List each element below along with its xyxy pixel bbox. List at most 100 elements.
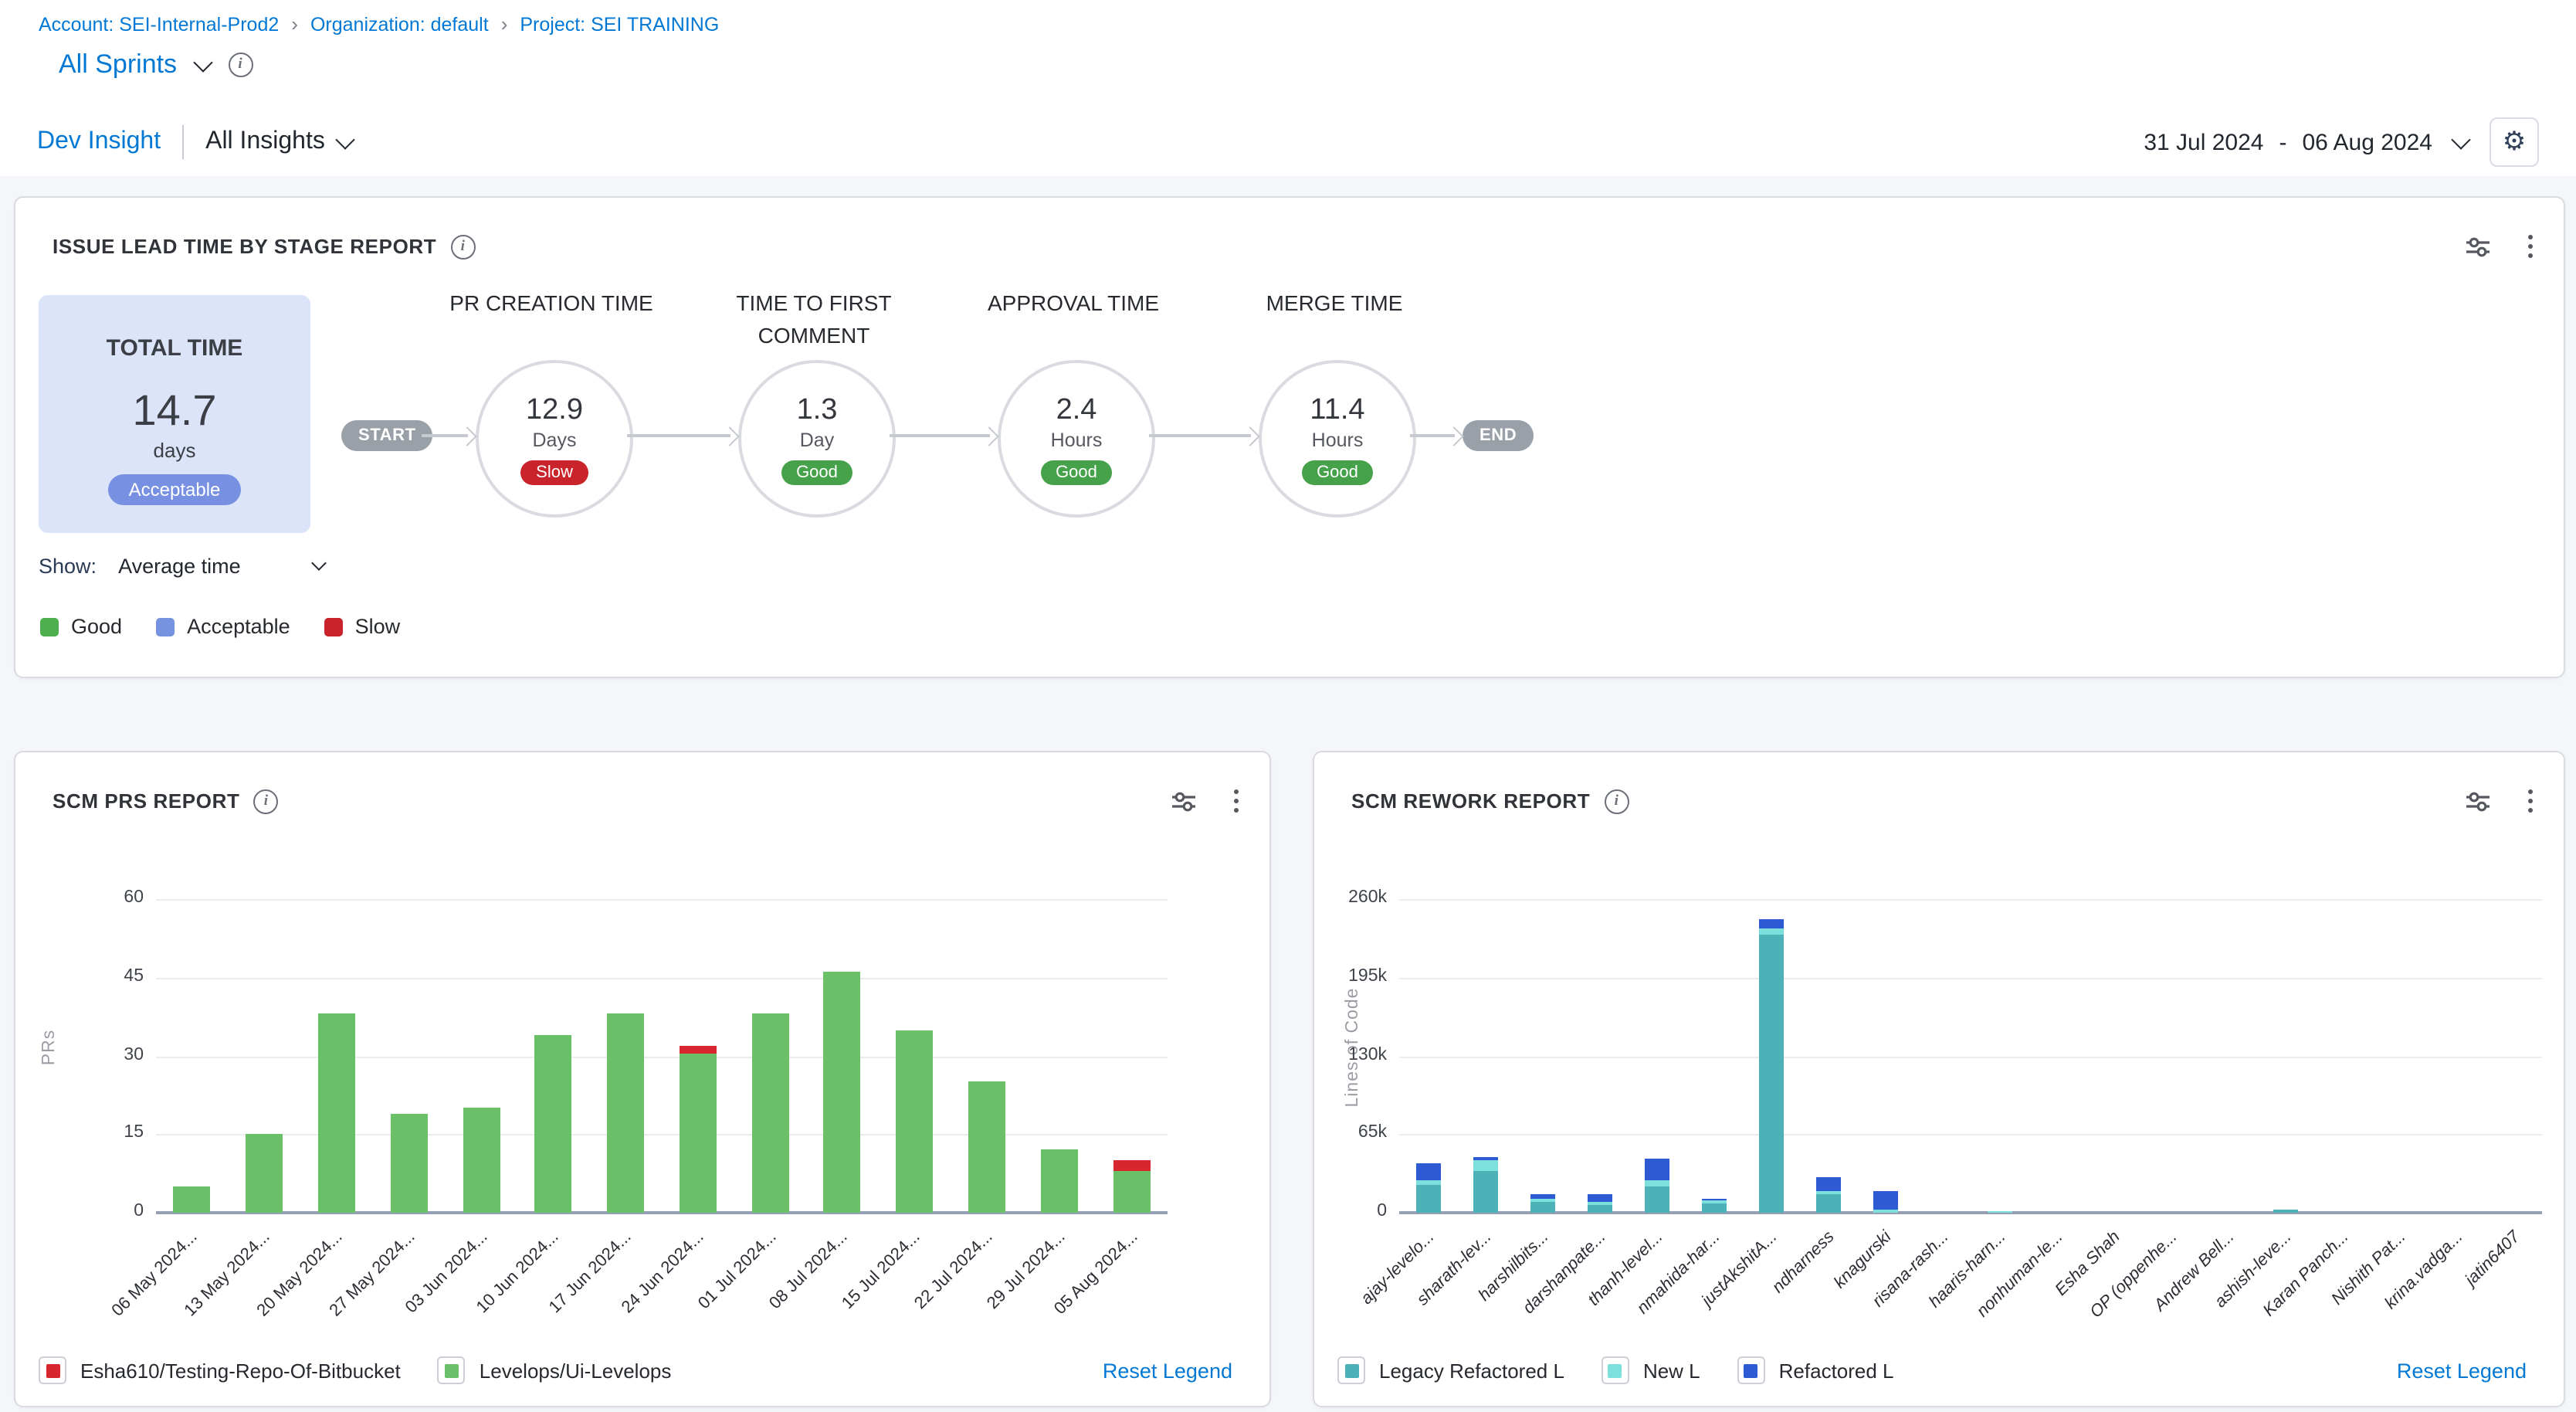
settings-button[interactable]: ⚙ [2490, 117, 2539, 167]
legend-checkbox [438, 1356, 466, 1384]
bar-segment [318, 1014, 355, 1213]
bar-segment [2273, 1210, 2297, 1213]
bar-segment [824, 972, 861, 1213]
chart-legend: Legacy Refactored L New L Refactored L Res… [1337, 1356, 2527, 1384]
reset-legend-link[interactable]: Reset Legend [2397, 1359, 2527, 1382]
stage-status-badge: Slow [520, 460, 588, 484]
legend-label: Esha610/Testing-Repo-Of-Bitbucket [80, 1359, 401, 1382]
chevron-down-icon [311, 555, 327, 571]
stage-circle: 12.9Days Slow [476, 360, 633, 518]
breadcrumb-project[interactable]: Project: SEI TRAINING [520, 13, 719, 35]
stage-circle: 2.4HoursGood [998, 360, 1155, 518]
stage-value: 1.3 [797, 393, 838, 427]
bar-segment [1758, 928, 1783, 935]
legend-swatch [40, 617, 59, 636]
show-label: Show: [39, 555, 97, 578]
chart-legend: Esha610/Testing-Repo-Of-Bitbucket Levelop… [39, 1356, 1232, 1384]
y-axis-tick-label: 0 [63, 1202, 144, 1220]
y-axis-tick-label: 260k [1307, 888, 1387, 907]
bar-segment [1587, 1204, 1612, 1213]
legend-item[interactable]: Acceptable [156, 615, 290, 638]
dev-insight-link[interactable]: Dev Insight [37, 128, 161, 156]
bar-segment [1473, 1159, 1497, 1172]
info-icon[interactable]: i [228, 53, 253, 77]
lead-time-flow: STARTENDPR CREATION TIME12.9DaysSlowTIME… [15, 198, 2564, 677]
bar-segment [1987, 1210, 2012, 1213]
bar-segment [1644, 1186, 1669, 1213]
y-axis-tick-label: 65k [1307, 1124, 1387, 1142]
legend-label: Slow [355, 615, 401, 638]
gear-icon: ⚙ [2503, 127, 2527, 158]
gridline [1399, 899, 2542, 901]
all-insights-label: All Insights [205, 128, 325, 156]
legend-label: New L [1643, 1359, 1700, 1382]
stage-unit: Hours [1051, 429, 1103, 450]
all-insights-dropdown[interactable]: All Insights [205, 128, 353, 156]
flow-arrow-icon [979, 426, 998, 445]
bar-segment [1701, 1199, 1726, 1201]
show-dropdown[interactable]: Show: Average time [39, 555, 324, 578]
bar-segment [1815, 1191, 1840, 1193]
legend-label: Good [71, 615, 122, 638]
legend-item[interactable]: Good [40, 615, 122, 638]
date-range-picker[interactable]: 31 Jul 2024 - 06 Aug 2024 [2144, 129, 2468, 155]
gridline [1399, 978, 2542, 979]
x-axis-line [1399, 1211, 2542, 1214]
bar-segment [1758, 935, 1783, 1213]
legend-swatch [46, 1363, 59, 1377]
stage-label: MERGE TIME [1164, 287, 1504, 320]
sprint-selector[interactable]: All Sprints i [59, 49, 253, 80]
gridline [156, 978, 1168, 979]
bar-segment [1530, 1203, 1554, 1213]
legend-swatch [1608, 1363, 1622, 1377]
x-axis-line [156, 1211, 1168, 1214]
legend-item[interactable]: Legacy Refactored L [1337, 1356, 1564, 1384]
legend-swatch [156, 617, 175, 636]
flow-arrow-line [1149, 435, 1251, 437]
bar-segment [1873, 1191, 1897, 1209]
bar-segment [1701, 1201, 1726, 1203]
rework-bar-chart: 065k130k195k260kajay-levelo...sharath-le… [1314, 752, 2564, 1406]
flow-arrow-line [627, 435, 730, 437]
prs-bar-chart: 01530456006 May 2024...13 May 2024...20 … [15, 752, 1269, 1406]
legend-item[interactable]: Esha610/Testing-Repo-Of-Bitbucket [39, 1356, 401, 1384]
y-axis-tick-label: 0 [1307, 1202, 1387, 1220]
bar-segment [1530, 1193, 1554, 1200]
legend-swatch [445, 1363, 459, 1377]
y-axis-tick-label: 15 [63, 1124, 144, 1142]
legend-item[interactable]: New L [1602, 1356, 1700, 1384]
bar-segment [463, 1108, 500, 1213]
reset-legend-link[interactable]: Reset Legend [1103, 1359, 1232, 1382]
bar-segment [607, 1014, 644, 1213]
stage-value: 11.4 [1310, 393, 1364, 427]
legend-label: Legacy Refactored L [1379, 1359, 1564, 1382]
start-pill: START [341, 420, 433, 451]
sprint-selector-label: All Sprints [59, 49, 177, 80]
bar-segment [680, 1054, 717, 1213]
y-axis-tick-label: 195k [1307, 967, 1387, 986]
stage-unit: Hours [1312, 429, 1364, 450]
y-axis-tick-label: 45 [63, 967, 144, 986]
legend-item[interactable]: Refactored L [1737, 1356, 1894, 1384]
legend-checkbox [39, 1356, 66, 1384]
stage-status-badge: Good [781, 460, 853, 484]
lead-time-legend: Good Acceptable Slow [40, 615, 400, 638]
stage-value: 12.9 [526, 393, 583, 427]
stage-unit: Days [533, 429, 577, 450]
breadcrumb-account[interactable]: Account: SEI-Internal-Prod2 [39, 13, 279, 35]
header-actions: 31 Jul 2024 - 06 Aug 2024 ⚙ [2144, 108, 2539, 176]
gridline [1399, 1135, 2542, 1136]
bar-segment [1644, 1180, 1669, 1186]
stage-unit: Day [800, 429, 834, 450]
legend-item[interactable]: Slow [324, 615, 401, 638]
bar-segment [1113, 1171, 1150, 1213]
legend-item[interactable]: Levelops/Ui-Levelops [438, 1356, 672, 1384]
bar-segment [1530, 1200, 1554, 1203]
chevron-right-icon: › [501, 12, 508, 36]
legend-swatch [1744, 1363, 1758, 1377]
breadcrumb-organization[interactable]: Organization: default [310, 13, 489, 35]
bar-segment [1587, 1195, 1612, 1202]
divider [182, 125, 184, 159]
flow-arrow-icon [1444, 426, 1463, 445]
bar-segment [751, 1014, 788, 1213]
